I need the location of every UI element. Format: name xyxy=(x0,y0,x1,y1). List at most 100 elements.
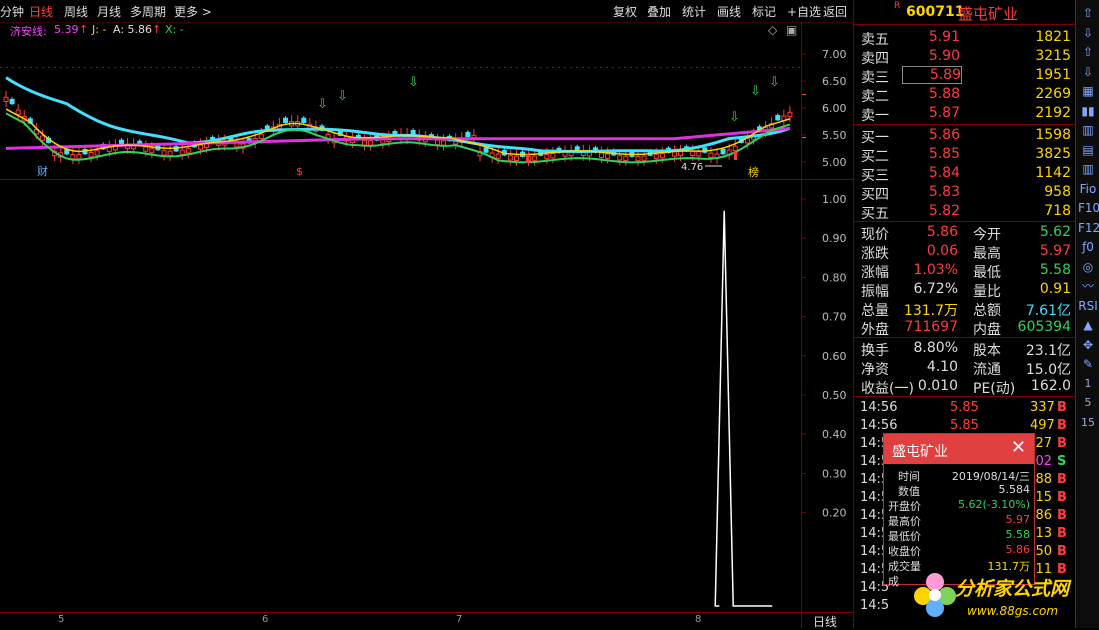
stat-label: 总量 xyxy=(861,303,889,319)
candle-body xyxy=(532,155,538,161)
popup-row: 最低价 5.58 xyxy=(884,528,1034,543)
indicator-header: 济安线: 5.39 ↑ J: - A: 5.86 ↑ X: - ◇ ▣ xyxy=(0,22,800,38)
toolbar-icon-14[interactable]: 〰 xyxy=(1078,277,1098,295)
popup-value: 5.584 xyxy=(998,483,1031,496)
signal-down-arrow-icon: ⇩ xyxy=(769,75,780,90)
toolbar-button-6[interactable]: 返回 xyxy=(823,3,847,20)
tick-side: B xyxy=(1057,436,1067,451)
axis-tick-label: 0.50 xyxy=(822,389,847,402)
stat-row: 总量 131.7万 总额 7.61亿 xyxy=(854,299,1075,319)
candle-body xyxy=(76,154,82,160)
close-icon[interactable]: ✕ xyxy=(1011,437,1026,458)
popup-key: 收盘价 xyxy=(888,545,921,558)
toolbar-icon-4[interactable]: ▦ xyxy=(1078,82,1098,100)
tick-price: 5.85 xyxy=(950,400,979,415)
toolbar-icon-15[interactable]: RSI xyxy=(1078,297,1098,315)
ask-price[interactable]: 5.90 xyxy=(902,48,960,64)
candlestick-chart[interactable]: ⇩ ⇩ ⇩ ⇩ ⇩ ⇩ ⬆ ⬆ 财 $ 榜 4.76 xyxy=(0,38,800,178)
tab-1[interactable]: 日线 xyxy=(29,3,53,20)
stock-code[interactable]: 600711 xyxy=(906,4,964,20)
tab-3[interactable]: 月线 xyxy=(97,3,121,20)
bid-price[interactable]: 5.83 xyxy=(902,184,960,200)
period-toolbar: 分钟 日线 周线 月线 多周期 更多 > 复权 叠加 统计 画线 标记 +自选 返回 xyxy=(0,0,853,23)
candle-body xyxy=(599,152,605,158)
bid-price[interactable]: 5.84 xyxy=(902,165,960,181)
indicator-x: X: - xyxy=(165,23,184,36)
axis-tick-label: 0.20 xyxy=(822,507,847,520)
toolbar-icon-3[interactable]: ⇩ xyxy=(1078,63,1098,81)
stats-divider xyxy=(854,396,1075,397)
candle-body xyxy=(483,147,489,153)
toolbar-icon-10[interactable]: F10 xyxy=(1078,199,1099,217)
toolbar-icon-12[interactable]: ƒ0 xyxy=(1078,238,1098,256)
ask-price[interactable]: 5.88 xyxy=(902,86,960,102)
toolbar-icon-11[interactable]: F12 xyxy=(1078,219,1099,237)
candle-body xyxy=(15,109,21,115)
bid-label: 买四 xyxy=(861,187,889,203)
toolbar-button-3[interactable]: 画线 xyxy=(717,3,741,20)
toolbar-button-2[interactable]: 统计 xyxy=(682,3,706,20)
signal-up-arrow-icon: ⬆ xyxy=(522,152,533,167)
stock-name[interactable]: 盛屯矿业 xyxy=(958,3,1018,24)
toolbar-button-1[interactable]: 叠加 xyxy=(647,3,671,20)
toolbar-button-4[interactable]: 标记 xyxy=(752,3,776,20)
toolbar-icon-0[interactable]: ⇧ xyxy=(1078,4,1098,22)
toolbar-icon-2[interactable]: ⇧ xyxy=(1078,43,1098,61)
bid-price[interactable]: 5.82 xyxy=(902,203,960,219)
popup-row: 最高价 5.97 xyxy=(884,513,1034,528)
stat-value: 1.03% xyxy=(913,262,958,278)
toolbar-icon-6[interactable]: ▥ xyxy=(1078,121,1098,139)
toolbar-icon-16[interactable]: ▲ xyxy=(1078,316,1098,334)
axis-tick-label: 0.80 xyxy=(822,271,847,284)
signal-up-arrow-icon: ⬆ xyxy=(730,149,741,164)
toolbar-icon-8[interactable]: ▥ xyxy=(1078,160,1098,178)
toolbar-icon-19[interactable]: 1 xyxy=(1078,375,1098,393)
candle-body xyxy=(143,146,149,152)
toolbar-icon-13[interactable]: ◎ xyxy=(1078,258,1098,276)
tab-5[interactable]: 更多 > xyxy=(174,3,212,20)
stat-value: 162.0 xyxy=(1030,378,1071,394)
stat-row: 振幅 6.72% 量比 0.91 xyxy=(854,280,1075,300)
toolbar-icon-17[interactable]: ✥ xyxy=(1078,336,1098,354)
annotation-dollar: $ xyxy=(296,165,303,178)
toolbar-icon-21[interactable]: 15 xyxy=(1078,414,1098,432)
axis-tick-label: 0.90 xyxy=(822,232,847,245)
candle-body xyxy=(544,153,550,160)
ask-price[interactable]: 5.87 xyxy=(902,105,960,121)
toolbar-icon-5[interactable]: ▮▮ xyxy=(1078,102,1098,120)
toolbar-icon-7[interactable]: ▤ xyxy=(1078,141,1098,159)
toolbar-button-0[interactable]: 复权 xyxy=(613,3,637,20)
toolbar-icon-20[interactable]: 5 xyxy=(1078,394,1098,412)
ask-price[interactable]: 5.89 xyxy=(902,66,962,84)
stat-row: 涨跌 0.06 最高 5.97 xyxy=(854,242,1075,262)
tab-4[interactable]: 多周期 xyxy=(130,3,166,20)
toolbar-button-5[interactable]: +自选 xyxy=(787,3,821,20)
candle-body xyxy=(720,148,726,155)
bid-price[interactable]: 5.86 xyxy=(902,127,960,143)
bid-price[interactable]: 5.85 xyxy=(902,146,960,162)
ask-volume: 2269 xyxy=(1035,86,1071,102)
ask-row: 卖一 5.87 2192 xyxy=(854,104,1075,124)
ask-price[interactable]: 5.91 xyxy=(902,29,960,45)
ask-volume: 1821 xyxy=(1035,29,1071,45)
window-toggle-icon[interactable]: ▣ xyxy=(786,23,797,37)
price-axis: 7.00 6.50 6.00 5.50 5.00 xyxy=(802,48,847,169)
ask-volume: 1951 xyxy=(1035,67,1071,83)
period-label[interactable]: 日线 xyxy=(813,613,837,630)
bid-volume: 3825 xyxy=(1035,146,1071,162)
toolbar-icon-18[interactable]: ✎ xyxy=(1078,355,1098,373)
diamond-icon[interactable]: ◇ xyxy=(768,23,777,37)
indicator-chart[interactable] xyxy=(0,181,800,611)
tick-side: S xyxy=(1057,454,1067,469)
toolbar-icon-1[interactable]: ⇩ xyxy=(1078,24,1098,42)
tab-0[interactable]: 分钟 xyxy=(0,3,24,20)
annotation-bang: 榜 xyxy=(748,165,759,178)
toolbar-icon-9[interactable]: Fio xyxy=(1078,180,1098,198)
bid-label: 买五 xyxy=(861,206,889,222)
candle-body xyxy=(653,153,659,160)
candle-body xyxy=(185,148,191,154)
candle-body xyxy=(708,152,714,158)
tab-2[interactable]: 周线 xyxy=(64,3,88,20)
bid-label: 买二 xyxy=(861,149,889,165)
signal-down-arrow-icon: ⇩ xyxy=(408,75,419,90)
